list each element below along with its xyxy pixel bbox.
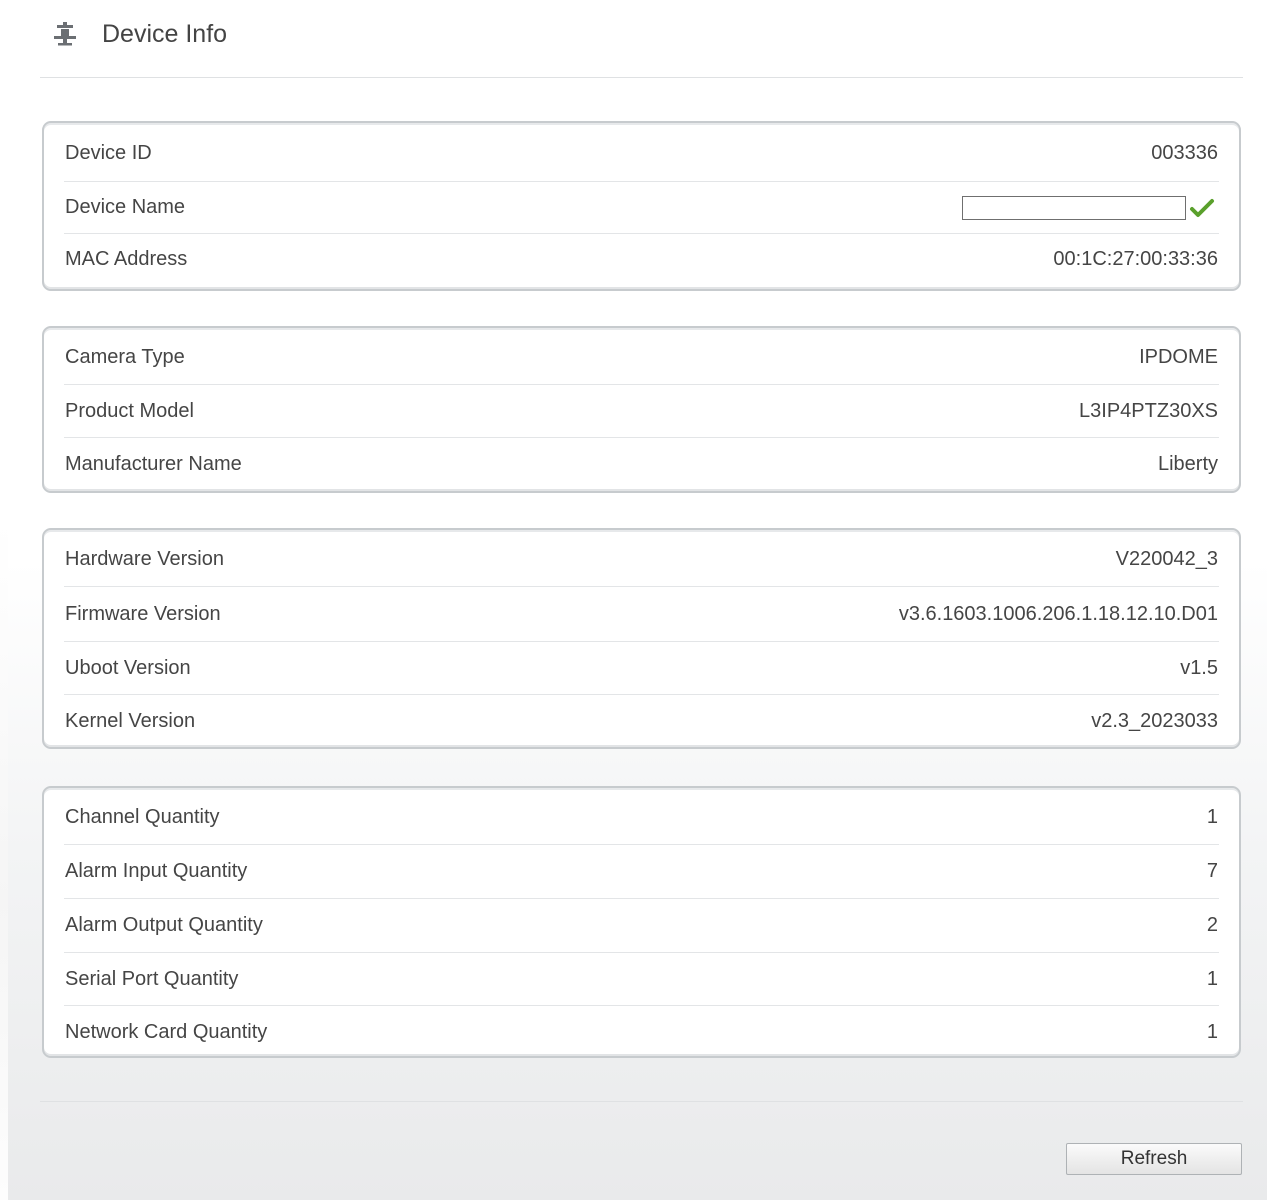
info-label: Uboot Version — [65, 656, 191, 679]
info-label: Kernel Version — [65, 710, 196, 732]
info-value: L3IP4PTZ30XS — [1079, 399, 1218, 422]
info-label: Hardware Version — [65, 547, 224, 570]
device-name-input[interactable] — [962, 195, 1186, 220]
info-label: Device ID — [65, 141, 152, 164]
info-row-uboot-version: Uboot Version v1.5 — [64, 642, 1219, 695]
info-value: 1 — [1206, 805, 1218, 828]
info-label: Product Model — [65, 399, 194, 422]
info-row-alarm-output-quantity: Alarm Output Quantity 2 — [64, 899, 1219, 953]
page-header: Device Info — [52, 14, 227, 54]
info-row-device-id: Device ID 003336 — [64, 125, 1219, 182]
info-value: v1.5 — [1180, 656, 1218, 679]
info-label: Channel Quantity — [65, 805, 220, 828]
info-value: V220042_3 — [1115, 547, 1218, 570]
info-row-network-card-quantity: Network Card Quantity 1 — [64, 1006, 1219, 1058]
info-value: 00:1C:27:00:33:36 — [1053, 248, 1218, 270]
quantities-panel: Channel Quantity 1 Alarm Input Quantity … — [42, 786, 1241, 1058]
info-row-channel-quantity: Channel Quantity 1 — [64, 790, 1219, 845]
info-row-manufacturer-name: Manufacturer Name Liberty — [64, 438, 1219, 490]
info-label: Firmware Version — [65, 602, 221, 625]
info-label: Alarm Input Quantity — [65, 860, 248, 882]
info-label: Alarm Output Quantity — [65, 914, 263, 936]
page-title: Device Info — [102, 19, 228, 48]
info-value: Liberty — [1157, 452, 1218, 475]
info-label: Serial Port Quantity — [65, 967, 239, 990]
device-name-editor — [962, 195, 1219, 220]
info-value: 2 — [1206, 914, 1218, 936]
versions-panel: Hardware Version V220042_3 Firmware Vers… — [42, 528, 1241, 749]
info-row-camera-type: Camera Type IPDOME — [64, 330, 1219, 385]
header-divider — [40, 77, 1243, 78]
product-panel: Camera Type IPDOME Product Model L3IP4PT… — [42, 326, 1241, 493]
device-info-icon — [54, 22, 76, 46]
info-value: 1 — [1206, 967, 1218, 990]
info-row-hardware-version: Hardware Version V220042_3 — [64, 532, 1219, 587]
info-label: Manufacturer Name — [65, 452, 242, 475]
info-row-kernel-version: Kernel Version v2.3_2023033 — [64, 695, 1219, 748]
info-value: v3.6.1603.1006.206.1.18.12.10.D01 — [898, 602, 1218, 625]
info-label: Camera Type — [65, 345, 185, 368]
info-value: IPDOME — [1139, 345, 1218, 368]
refresh-button[interactable]: Refresh — [1066, 1143, 1242, 1175]
left-edge-strip — [0, 0, 8, 1200]
info-value: 7 — [1206, 860, 1218, 882]
info-label: Network Card Quantity — [65, 1020, 268, 1043]
footer-divider — [40, 1101, 1243, 1102]
check-icon[interactable] — [1189, 197, 1215, 219]
info-row-alarm-input-quantity: Alarm Input Quantity 7 — [64, 845, 1219, 899]
info-row-mac-address: MAC Address 00:1C:27:00:33:36 — [64, 234, 1219, 285]
info-row-product-model: Product Model L3IP4PTZ30XS — [64, 385, 1219, 438]
info-label: MAC Address — [65, 248, 188, 270]
info-label: Device Name — [65, 196, 186, 218]
info-row-device-name: Device Name — [64, 182, 1219, 234]
info-value: 1 — [1206, 1020, 1218, 1043]
info-row-serial-port-quantity: Serial Port Quantity 1 — [64, 953, 1219, 1006]
info-value: 003336 — [1151, 141, 1218, 164]
info-row-firmware-version: Firmware Version v3.6.1603.1006.206.1.18… — [64, 587, 1219, 642]
identity-panel: Device ID 003336 Device Name MAC Address… — [42, 121, 1241, 291]
info-value: v2.3_2023033 — [1091, 710, 1218, 732]
